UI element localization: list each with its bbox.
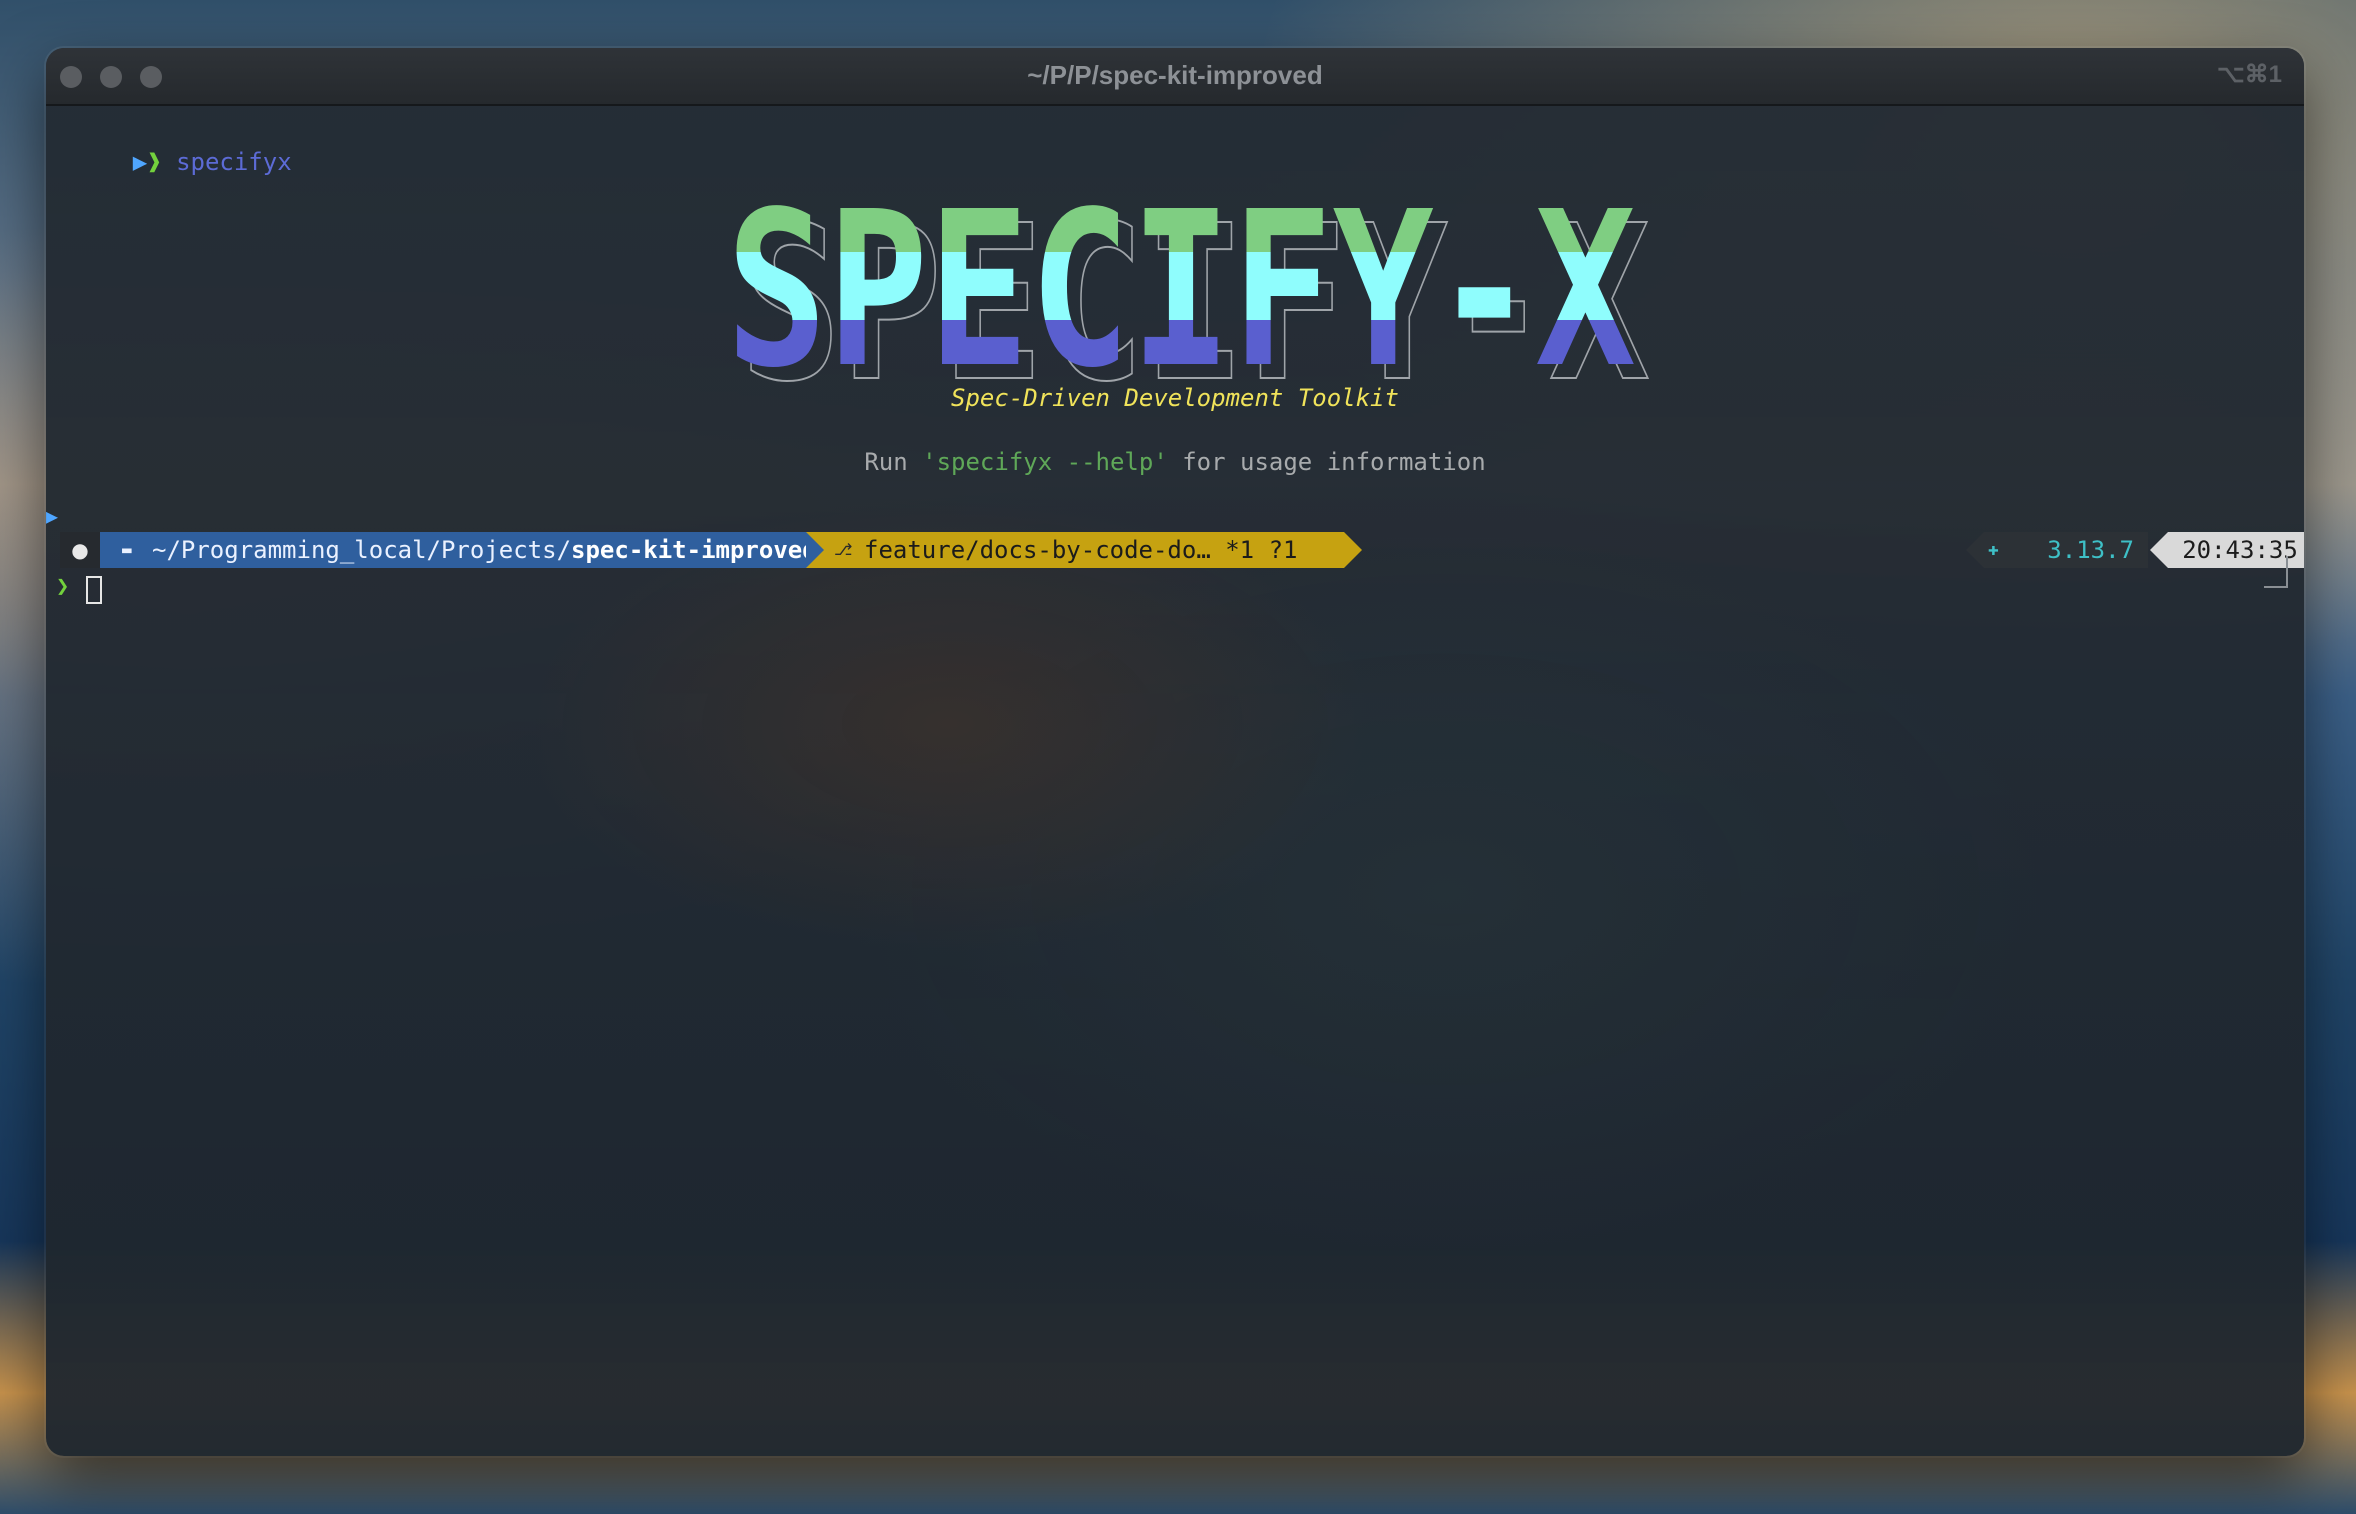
prompt-arrow-icon: ▶ (132, 148, 148, 176)
git-segment-arrow (1344, 532, 1362, 568)
title-bar: ~/P/P/spec-kit-improved ⌥⌘1 (46, 48, 2304, 106)
git-segment: feature/docs-by-code-do… *1 ?1 (824, 532, 1344, 568)
second-prompt: ❯ (56, 574, 69, 599)
specify-x-banner: SPECIFY-X SPECIFY-X (726, 186, 1651, 386)
help-command: 'specifyx --help' (922, 448, 1168, 476)
prompt-marker-icon: ▶ (46, 504, 59, 528)
path-prefix: ~/Programming_local/Projects/ (152, 536, 572, 564)
text-cursor[interactable] (86, 576, 102, 604)
second-prompt-glyph: ❯ (56, 574, 70, 599)
path-current: spec-kit-improved (571, 536, 817, 564)
apple-icon: ● (60, 532, 100, 568)
terminal-window: ~/P/P/spec-kit-improved ⌥⌘1 ▶❱ specifyx … (46, 48, 2304, 1456)
path-segment: ~/Programming_local/Projects/spec-kit-im… (100, 532, 817, 568)
prompt-bar: ● ~/Programming_local/Projects/spec-kit-… (46, 532, 2304, 568)
python-segment-arrow (1966, 532, 1984, 568)
tagline: Spec-Driven Development Toolkit (951, 384, 1399, 412)
python-icon: ✚ (1988, 539, 1999, 560)
folder-icon: ▬ (122, 540, 132, 559)
prompt-glyph: ❱ (147, 148, 162, 176)
help-prefix: Run (864, 448, 923, 476)
help-hint: Run 'specifyx --help' for usage informat… (46, 448, 2304, 476)
help-suffix: for usage information (1167, 448, 1486, 476)
command-line: ▶❱ specifyx (46, 120, 292, 204)
banner-bottom-band (726, 320, 1636, 386)
git-branch-icon: ⎇ (834, 540, 853, 559)
banner-mid-band (726, 252, 1636, 320)
right-prompt-corner (2264, 556, 2288, 588)
window-title: ~/P/P/spec-kit-improved (1027, 60, 1323, 90)
time-segment-arrow (2150, 532, 2168, 568)
tab-shortcut: ⌥⌘1 (2216, 61, 2282, 88)
command-text: specifyx (176, 148, 292, 176)
path-segment-arrow (806, 532, 824, 568)
python-version: 3.13.7 (1984, 532, 2148, 568)
banner-top-band (726, 186, 1636, 252)
terminal-content[interactable]: ▶❱ specifyx SPECIFY-X SPECIFY-X Spec-Dri… (46, 106, 2304, 1456)
